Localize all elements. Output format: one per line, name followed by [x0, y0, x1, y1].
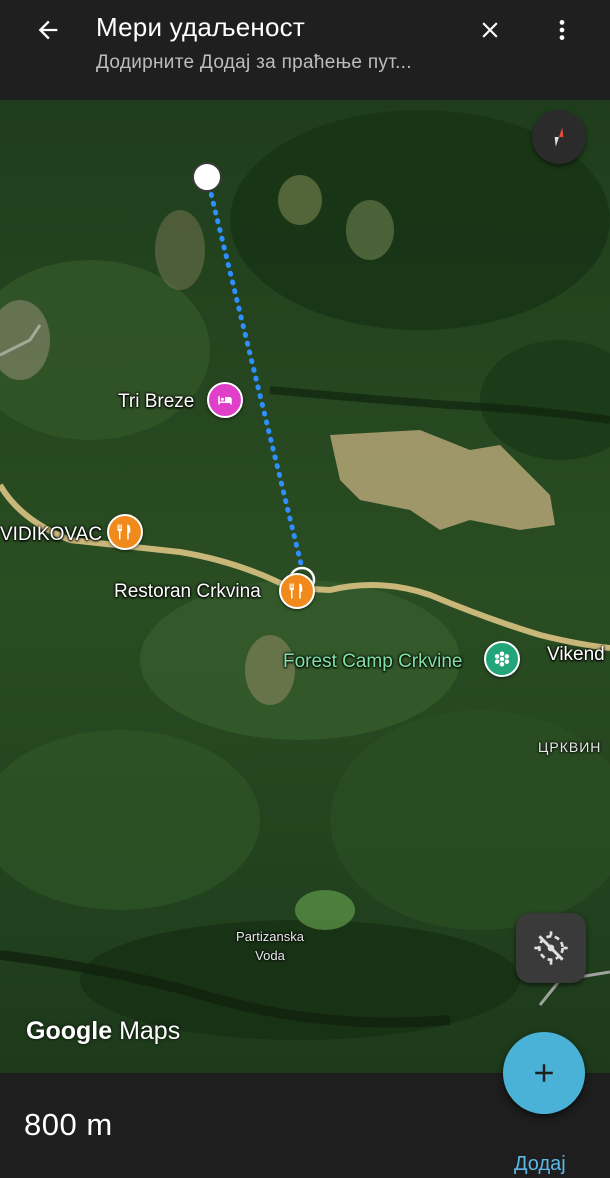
- add-point-fab[interactable]: [503, 1032, 585, 1114]
- compass-button[interactable]: [532, 110, 586, 164]
- restoran-crkvina-pin[interactable]: [279, 573, 315, 609]
- partizanska-line2: Voda: [255, 948, 285, 963]
- compass-icon: [554, 127, 564, 147]
- partizanska-voda-label: Partizanska Voda: [222, 927, 318, 965]
- satellite-map[interactable]: Tri Breze VIDIKOVAC Restoran Crkvina For…: [0, 100, 610, 1073]
- maps-wordmark: Maps: [119, 1017, 181, 1045]
- add-icon: [535, 1064, 553, 1082]
- tri-breze-label[interactable]: Tri Breze: [118, 391, 194, 413]
- close-icon: [482, 22, 498, 38]
- back-arrow-icon: [38, 20, 58, 40]
- crkvine-place-label: ЦРКВИН: [538, 739, 602, 755]
- more-vert-icon: [559, 20, 565, 40]
- hotel-icon: [218, 396, 232, 405]
- forest-camp-label[interactable]: Forest Camp Crkvine: [283, 651, 463, 673]
- back-button[interactable]: [28, 12, 68, 48]
- restaurant-icon: [117, 524, 131, 540]
- more-options-button[interactable]: [542, 10, 582, 50]
- vidikovac-label[interactable]: VIDIKOVAC: [0, 524, 102, 546]
- google-maps-logo: Google Maps: [26, 1017, 180, 1046]
- campground-pin[interactable]: [484, 641, 520, 677]
- restoran-crkvina-label[interactable]: Restoran Crkvina: [114, 581, 261, 603]
- top-app-bar: Мери удаљеност Додирните Додај за праћењ…: [0, 0, 610, 100]
- google-wordmark: Google: [26, 1017, 113, 1045]
- partizanska-line1: Partizanska: [236, 929, 304, 944]
- page-title: Мери удаљеност: [96, 12, 305, 42]
- vikend-label[interactable]: Vikend: [547, 644, 605, 666]
- vidikovac-restaurant-pin[interactable]: [107, 514, 143, 550]
- close-button[interactable]: [470, 10, 510, 50]
- location-off-icon: [534, 931, 568, 965]
- campground-icon: [494, 651, 510, 667]
- hotel-pin[interactable]: [207, 382, 243, 418]
- distance-value: 800 m: [24, 1107, 113, 1142]
- restaurant-icon: [289, 583, 303, 599]
- page-subtitle: Додирните Додај за праћење пут...: [96, 52, 412, 73]
- my-location-button[interactable]: [516, 913, 586, 983]
- add-point-link[interactable]: Додај: [514, 1153, 566, 1176]
